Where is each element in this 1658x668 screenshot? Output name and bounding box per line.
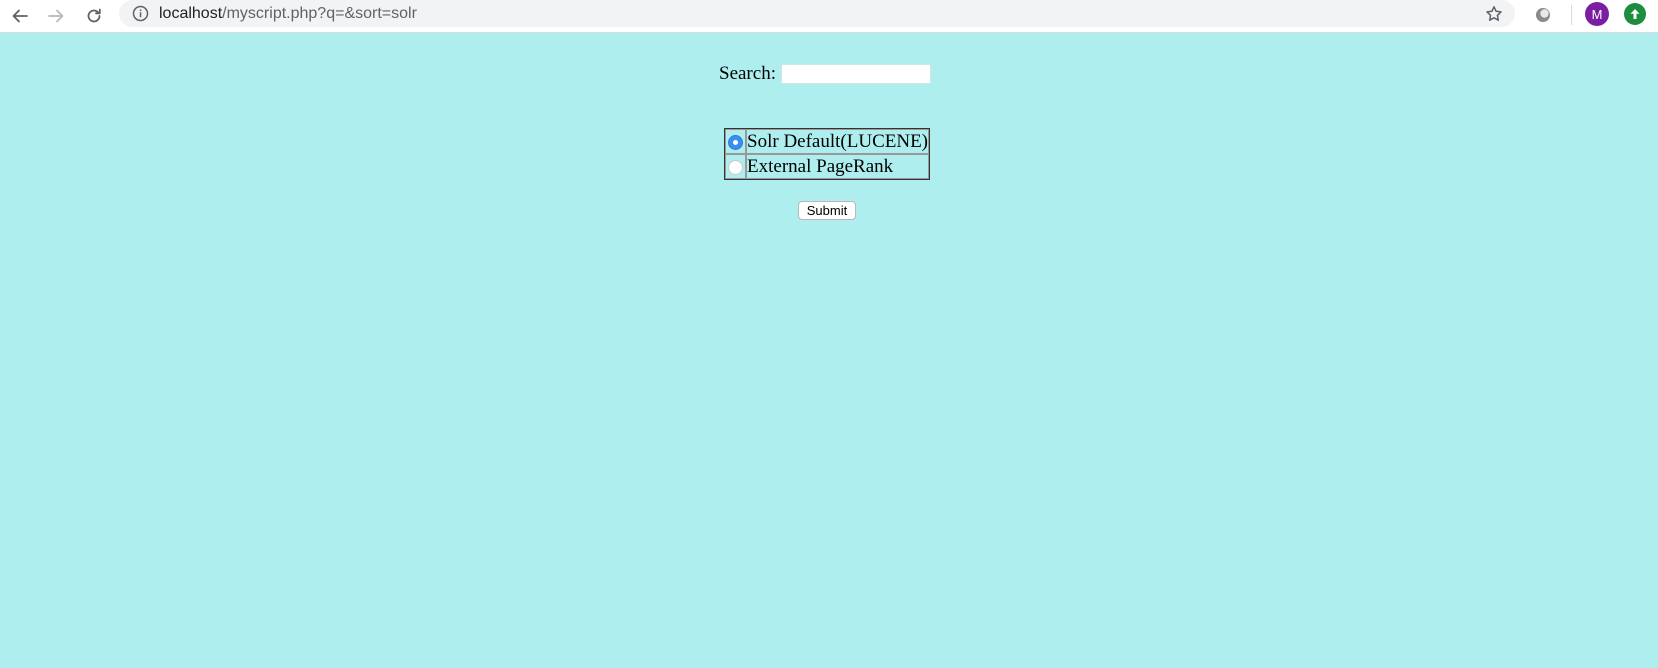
star-icon — [1486, 6, 1502, 21]
extension-icon — [1536, 8, 1550, 22]
url-path: /myscript.php?q=&sort=solr — [222, 5, 417, 22]
sort-option-row[interactable]: External PageRank — [725, 154, 929, 179]
search-label: Search: — [719, 63, 776, 84]
update-arrow-icon — [1630, 9, 1640, 19]
back-button[interactable] — [7, 3, 33, 29]
bookmark-button[interactable] — [1483, 3, 1505, 25]
forward-button[interactable] — [43, 3, 69, 29]
sort-option-label: External PageRank — [746, 154, 929, 179]
arrow-right-icon — [48, 9, 64, 23]
url-host: localhost — [159, 5, 223, 22]
extension-button[interactable] — [1531, 3, 1555, 27]
sort-options-table: Solr Default(LUCENE) External PageRank — [724, 128, 930, 180]
profile-avatar[interactable]: M — [1585, 2, 1609, 26]
reload-button[interactable] — [81, 3, 107, 29]
radio-external-pagerank[interactable] — [728, 159, 743, 175]
search-input[interactable] — [780, 64, 931, 84]
update-button[interactable] — [1624, 3, 1646, 25]
browser-toolbar: localhost/myscript.php?q=&sort=solr M — [0, 0, 1658, 33]
reload-icon — [87, 8, 101, 23]
radio-solr-default[interactable] — [728, 134, 743, 150]
address-bar[interactable]: localhost/myscript.php?q=&sort=solr — [119, 0, 1515, 27]
toolbar-divider — [1571, 5, 1572, 25]
sort-option-label: Solr Default(LUCENE) — [746, 129, 929, 154]
info-icon[interactable] — [131, 4, 150, 23]
search-form-row: Search: — [719, 62, 931, 86]
sort-option-row[interactable]: Solr Default(LUCENE) — [725, 129, 929, 154]
arrow-left-icon — [12, 9, 28, 23]
submit-button[interactable]: Submit — [798, 201, 856, 220]
url-text[interactable]: localhost/myscript.php?q=&sort=solr — [159, 4, 417, 23]
